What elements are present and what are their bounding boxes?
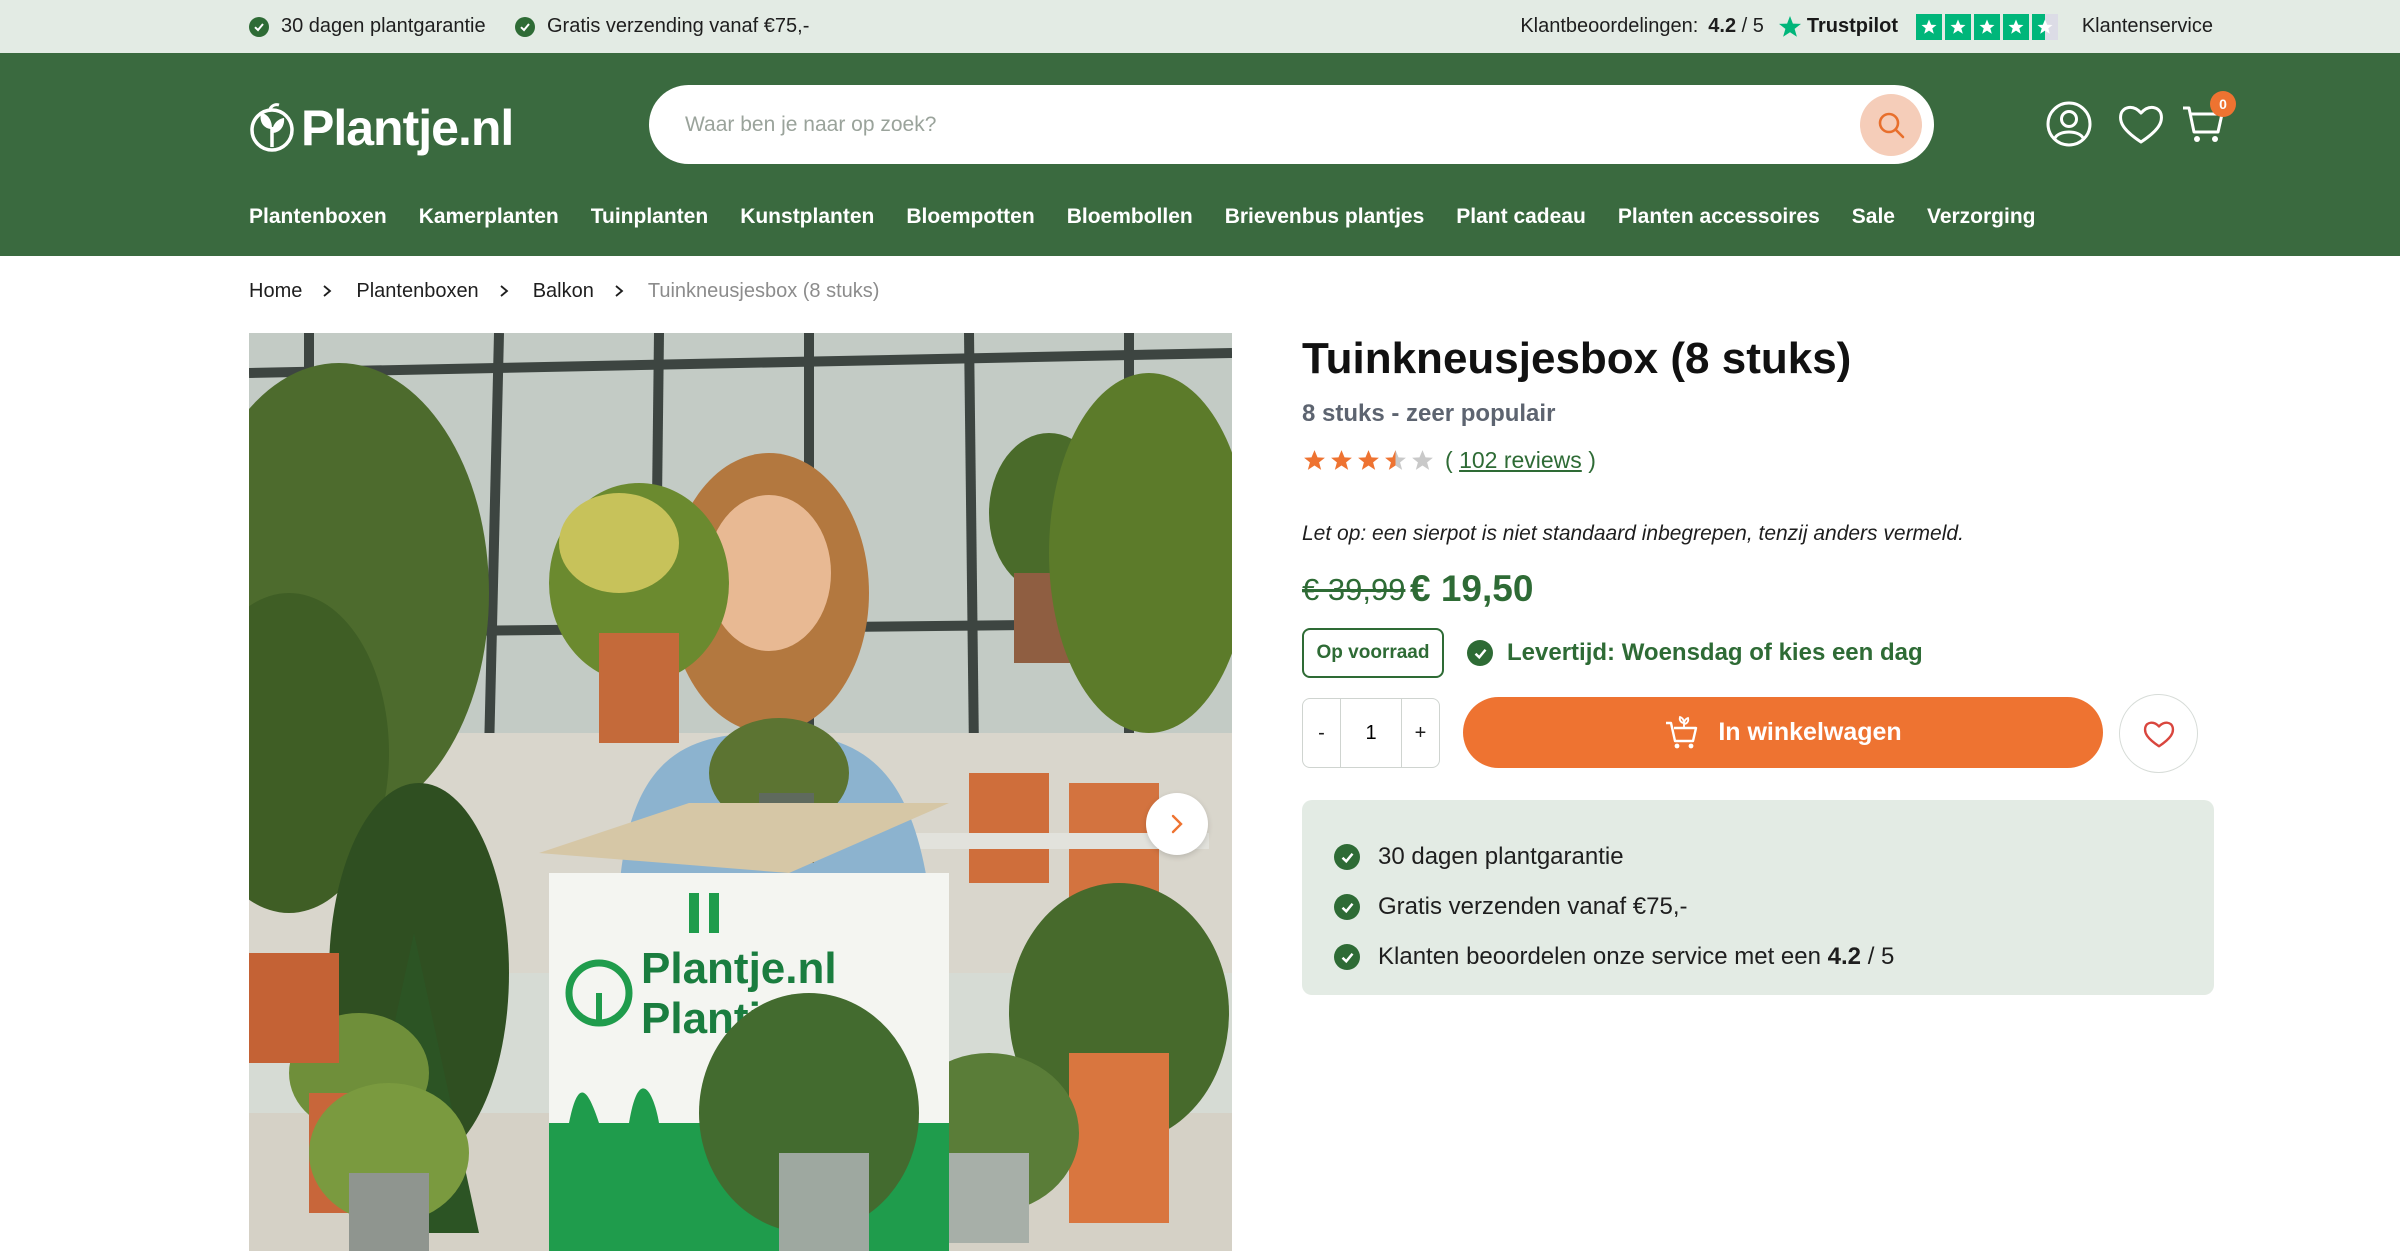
usp-label: Gratis verzending vanaf €75,- [547,15,810,37]
rating-label: Klantbeoordelingen: [1520,15,1699,37]
pot-note: Let op: een sierpot is niet standaard in… [1302,522,1964,545]
quantity-increase-button[interactable]: + [1402,699,1439,767]
usp-free-shipping: Gratis verzending vanaf €75,- [515,0,809,53]
nav-item-sale[interactable]: Sale [1852,205,1895,229]
current-price: € 19,50 [1410,568,1534,609]
customer-service-link[interactable]: Klantenservice [2082,0,2213,53]
site-logo[interactable]: Plantje.nl [249,99,514,157]
wishlist-button[interactable] [2116,99,2166,149]
add-to-cart-label: In winkelwagen [1718,718,1902,746]
delivery-info[interactable]: Levertijd: Woensdag of kies een dag [1467,636,1923,670]
usp-row: Gratis verzenden vanaf €75,- [1334,882,2214,932]
search-button[interactable] [1860,94,1922,156]
product-rating: ( 102 reviews ) [1302,444,1596,476]
trustpilot-star-icon [1778,15,1801,37]
usp-plant-guarantee: 30 dagen plantgarantie [249,0,486,53]
breadcrumb-balkon[interactable]: Balkon [533,280,594,303]
usp-box: 30 dagen plantgarantie Gratis verzenden … [1302,800,2214,995]
breadcrumb-current: Tuinkneusjesbox (8 stuks) [647,279,880,302]
star-icon [1304,449,1325,470]
search-icon [1878,112,1905,139]
check-icon [1334,844,1360,870]
usp-label: Klanten beoordelen onze service met een … [1378,943,1895,970]
product-title: Tuinkneusjesbox (8 stuks) [1302,334,1852,383]
trustpilot-rating[interactable]: Klantbeoordelingen: 4.2 / 5 Trustpilot [1520,0,2058,53]
usp-label: 30 dagen plantgarantie [281,15,486,37]
breadcrumb-plantenboxen[interactable]: Plantenboxen [356,280,478,303]
nav-item-bloembollen[interactable]: Bloembollen [1067,205,1193,229]
account-icon [2046,101,2092,147]
star-icon [1974,13,2000,40]
nav-item-planten-accessoires[interactable]: Planten accessoires [1618,205,1820,229]
heart-icon [2119,106,2163,144]
nav-item-plantenboxen[interactable]: Plantenboxen [249,205,387,229]
top-bar: 30 dagen plantgarantie Gratis verzending… [0,0,2400,53]
usp-row: Klanten beoordelen onze service met een … [1334,932,2214,982]
rating-value: 4.2 [1708,15,1737,37]
chevron-right-icon [500,285,509,297]
main-header: Plantje.nl 0 Plantenboxen Kamerplanten T… [0,53,2400,256]
star-icon [1358,449,1379,470]
check-icon [1334,944,1360,970]
gallery-next-button[interactable] [1146,793,1208,855]
logo-text: Plantje.nl [301,100,514,156]
breadcrumb-home[interactable]: Home [249,280,302,303]
product-image-gallery[interactable]: Plantje.nl Plantje.be [249,333,1232,1251]
cart-button[interactable]: 0 [2178,91,2236,149]
star-half-icon [1385,449,1406,470]
main-nav: Plantenboxen Kamerplanten Tuinplanten Ku… [249,197,2036,237]
check-icon [249,16,269,37]
cart-plant-icon [1666,715,1698,748]
plant-logo-icon [250,103,294,152]
add-to-wishlist-button[interactable] [2119,694,2198,773]
chevron-right-icon [615,285,624,297]
quantity-decrease-button[interactable]: - [1303,699,1340,767]
reviews-count[interactable]: 102 reviews [1459,447,1582,473]
usp-row: 30 dagen plantgarantie [1334,832,2214,882]
nav-item-brievenbus-plantjes[interactable]: Brievenbus plantjes [1225,205,1425,229]
search-bar [649,85,1934,164]
usp-label: 30 dagen plantgarantie [1378,843,1624,870]
chevron-right-icon [323,285,332,297]
star-icon [1945,13,1971,40]
product-subtitle: 8 stuks - zeer populair [1302,400,1556,427]
trustpilot-stars [1916,13,2058,40]
rating-stars [1302,448,1435,473]
stock-badge: Op voorraad [1302,628,1444,678]
nav-item-verzorging[interactable]: Verzorging [1927,205,2036,229]
check-icon [1334,894,1360,920]
trustpilot-logo: Trustpilot [1778,15,1898,39]
search-input[interactable] [685,85,1785,164]
rating-scale: / 5 [1741,15,1764,37]
usp-label: Gratis verzenden vanaf €75,- [1378,893,1688,920]
nav-item-kamerplanten[interactable]: Kamerplanten [419,205,559,229]
service-rating-value: 4.2 [1827,943,1862,970]
nav-item-plant-cadeau[interactable]: Plant cadeau [1456,205,1586,229]
add-to-cart-button[interactable]: In winkelwagen [1463,697,2103,768]
check-icon [1467,640,1493,666]
old-price: € 39,99 [1302,572,1406,607]
cart-count-badge: 0 [2210,91,2236,117]
nav-item-tuinplanten[interactable]: Tuinplanten [591,205,708,229]
box-logo-text-1: Plantje.nl [641,944,837,993]
account-button[interactable] [2044,99,2094,149]
quantity-stepper: - + [1302,698,1440,768]
heart-icon [2143,721,2174,747]
star-empty-icon [1412,449,1433,470]
star-icon [1916,13,1942,40]
check-icon [515,16,535,37]
chevron-right-icon [1171,814,1183,834]
star-icon [2003,13,2029,40]
star-icon [1331,449,1352,470]
quantity-input[interactable] [1340,699,1402,767]
star-half-icon [2032,13,2058,40]
product-photo: Plantje.nl Plantje.be [249,333,1232,1251]
nav-item-bloempotten[interactable]: Bloempotten [906,205,1034,229]
delivery-label: Levertijd: Woensdag of kies een dag [1507,639,1923,666]
nav-item-kunstplanten[interactable]: Kunstplanten [740,205,874,229]
breadcrumb: Home Plantenboxen Balkon Tuinkneusjesbox… [249,276,879,306]
reviews-link[interactable]: ( 102 reviews ) [1445,447,1596,474]
